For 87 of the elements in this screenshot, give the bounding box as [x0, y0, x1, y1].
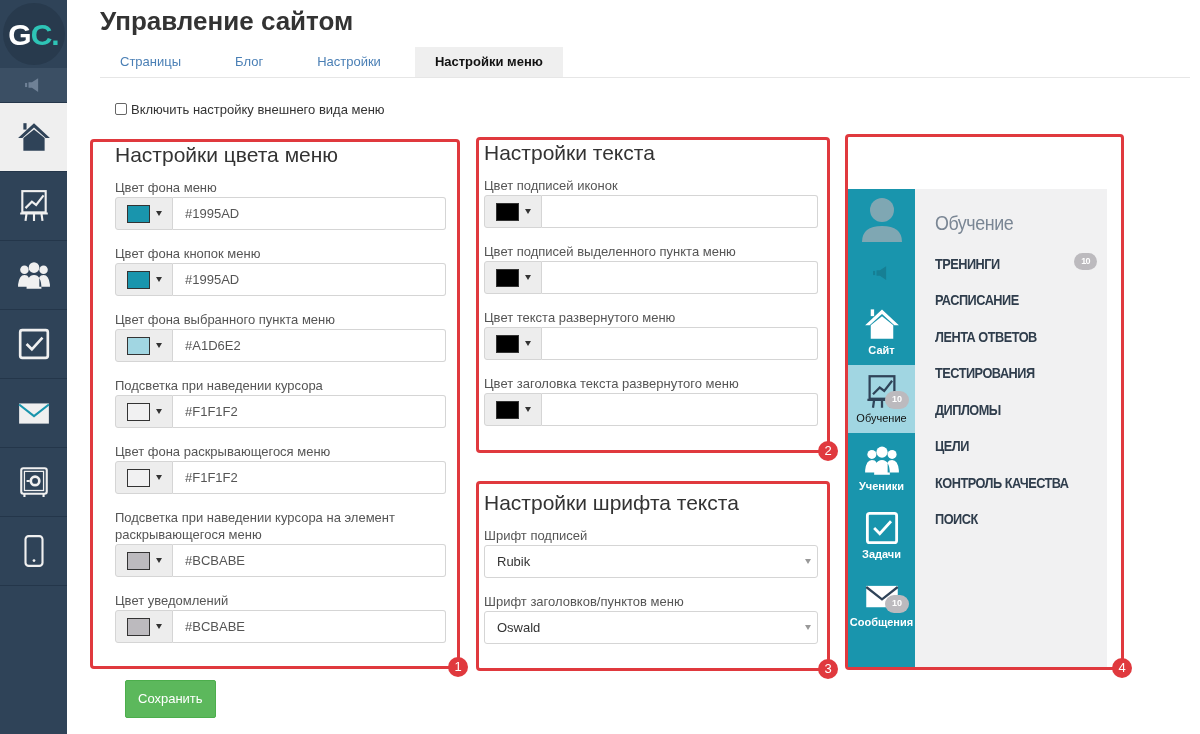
panel-title: Настройки цвета меню: [115, 142, 340, 168]
checkbox-label: Включить настройку внешнего вида меню: [131, 100, 385, 119]
color-value-field[interactable]: #BCBABE: [173, 544, 446, 578]
field-label: Цвет подписей выделенного пункта меню: [484, 243, 737, 261]
color-value-field[interactable]: #1995AD: [173, 263, 446, 297]
field-label: Цвет фона раскрывающегося меню: [115, 443, 332, 461]
menu-item[interactable]: ЦЕЛИ: [935, 435, 969, 458]
field-label: Цвет фона выбранного пункта меню: [115, 311, 337, 329]
notification-badge: 10: [885, 391, 909, 409]
caret-icon: [155, 277, 162, 283]
field-label: Цвет заголовка текста развернутого меню: [484, 375, 740, 393]
caret-icon: [524, 209, 531, 215]
preview-nav-item[interactable]: Ученики: [848, 433, 915, 502]
tab[interactable]: Блог: [215, 47, 284, 77]
caret-icon: [805, 559, 811, 565]
caret-icon: [524, 341, 531, 347]
color-picker-button[interactable]: [484, 393, 542, 427]
panel-title: Настройки шрифта текста: [484, 490, 740, 516]
color-value-field[interactable]: #F1F1F2: [173, 395, 446, 429]
color-value-field[interactable]: #BCBABE: [173, 610, 446, 644]
color-picker-button[interactable]: [484, 261, 542, 295]
avatar-silhouette: [859, 196, 904, 243]
field-label: Цвет подписей иконок: [484, 177, 619, 195]
home-icon: [16, 120, 51, 154]
color-value-field[interactable]: #A1D6E2: [173, 329, 446, 363]
menu-item[interactable]: ТРЕНИНГИ: [935, 252, 1000, 276]
field-label: Цвет уведомлений: [115, 592, 230, 610]
menu-title: Обучение: [935, 210, 1015, 237]
caret-icon: [155, 409, 162, 415]
color-value-field[interactable]: [542, 393, 818, 427]
tab[interactable]: Настройки меню: [414, 47, 563, 77]
menu-item[interactable]: ПОИСК: [935, 508, 978, 531]
field-label: Цвет фона кнопок меню: [115, 245, 262, 263]
field-label: Шрифт подписей: [484, 527, 589, 545]
annotation-number: 3: [818, 659, 838, 680]
preview-nav-item[interactable]: Обучение 10: [848, 365, 915, 434]
color-picker-button[interactable]: [484, 195, 542, 229]
menu-item[interactable]: ТЕСТИРОВАНИЯ: [935, 362, 1035, 385]
color-picker-button[interactable]: [115, 544, 173, 578]
sidebar-item[interactable]: [0, 103, 67, 172]
caret-icon: [524, 275, 531, 281]
color-value-field[interactable]: [542, 195, 818, 229]
caret-icon: [155, 558, 162, 564]
color-value-field[interactable]: [542, 261, 818, 295]
menu-item[interactable]: ЛЕНТА ОТВЕТОВ: [935, 325, 1037, 349]
color-picker-button[interactable]: [115, 329, 173, 363]
font-select[interactable]: Rubik: [484, 545, 818, 579]
page-title: Управление сайтом: [100, 6, 355, 38]
checkbox-icon: [863, 509, 900, 546]
caret-icon: [155, 211, 162, 217]
annotation-number: 2: [818, 441, 838, 462]
color-picker-button[interactable]: [115, 461, 173, 495]
preview-nav-item[interactable]: Задачи: [848, 501, 915, 570]
caret-icon: [155, 624, 162, 630]
color-value-field[interactable]: #1995AD: [173, 197, 446, 231]
color-picker-button[interactable]: [484, 327, 542, 361]
menu-item[interactable]: КОНТРОЛЬ КАЧЕСТВА: [935, 471, 1069, 495]
caret-icon: [805, 625, 811, 631]
field-label: Подсветка при наведении курсора на элемент раскрывающегося меню: [115, 509, 396, 544]
field-label: Шрифт заголовков/пунктов меню: [484, 593, 685, 611]
panel-title: Настройки текста: [484, 140, 656, 166]
color-picker-button[interactable]: [115, 610, 173, 644]
preview-nav-item[interactable]: Сообщения 10: [848, 569, 915, 638]
field-label: Цвет текста развернутого меню: [484, 309, 677, 327]
annotation-number: 1: [448, 657, 468, 678]
menu-item[interactable]: РАСПИСАНИЕ: [935, 289, 1019, 312]
field-label: Подсветка при наведении курсора: [115, 377, 324, 395]
notification-badge: 10: [885, 595, 909, 613]
checkbox-icon: [16, 327, 51, 361]
tab[interactable]: Страницы: [100, 47, 202, 77]
caret-icon: [155, 343, 162, 349]
font-select[interactable]: Oswald: [484, 611, 818, 645]
caret-icon: [155, 475, 162, 481]
logo[interactable]: GC.: [2, 3, 65, 65]
menu-item[interactable]: ДИПЛОМЫ: [935, 398, 1001, 422]
annotation-number: 4: [1112, 658, 1132, 679]
checkbox[interactable]: [115, 103, 127, 116]
field-label: Цвет фона меню: [115, 179, 218, 197]
color-picker-button[interactable]: [115, 197, 173, 231]
color-value-field[interactable]: #F1F1F2: [173, 461, 446, 495]
color-picker-button[interactable]: [115, 395, 173, 429]
color-picker-button[interactable]: [115, 263, 173, 297]
tab[interactable]: Настройки: [297, 47, 401, 77]
color-value-field[interactable]: [542, 327, 818, 361]
notification-badge: 10: [1074, 252, 1097, 271]
preview-nav-item[interactable]: Сайт: [848, 297, 915, 366]
caret-icon: [524, 407, 531, 413]
